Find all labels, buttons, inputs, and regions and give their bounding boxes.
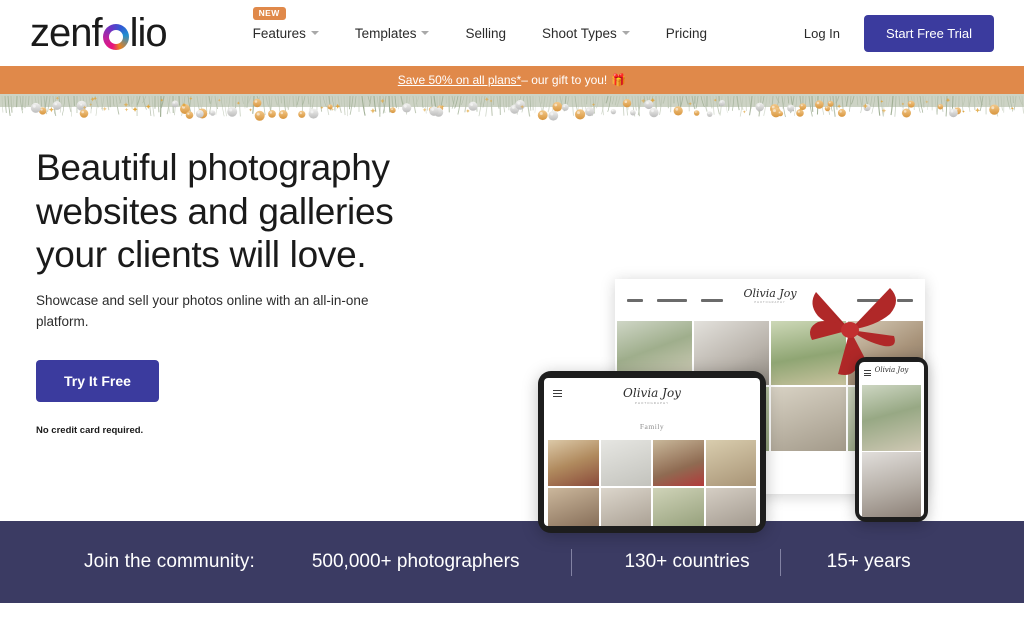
mockup-brand-name: Olivia Joy	[743, 287, 797, 300]
promo-text: – our gift to you!	[521, 73, 608, 87]
nav-label-features: Features	[252, 25, 306, 41]
gallery-photo	[771, 387, 846, 451]
site-header: zenf lio NEW Features Templates Selling …	[0, 0, 1024, 66]
gallery-photo	[705, 488, 756, 526]
login-link[interactable]: Log In	[804, 26, 840, 41]
phone-screen: Olivia Joy	[859, 362, 924, 517]
gallery-photo	[705, 440, 756, 486]
stats-label: Join the community:	[84, 551, 255, 572]
gallery-photo	[653, 440, 704, 486]
gallery-photo	[548, 488, 599, 526]
tablet-header: Olivia Joy PHOTOGRAPHY	[544, 378, 760, 420]
logo-text-first: zenf	[30, 11, 103, 55]
gift-icon: 🎁	[611, 73, 627, 87]
gallery-photo	[862, 385, 921, 451]
mockup-nav-home	[627, 298, 643, 302]
zenfolio-logo[interactable]: zenf lio	[30, 11, 168, 55]
gallery-photo	[600, 488, 651, 526]
stat-countries: 130+ countries	[624, 551, 750, 572]
start-free-trial-button[interactable]: Start Free Trial	[864, 14, 994, 52]
page-bottom-space	[0, 603, 1024, 620]
nav-label-templates: Templates	[354, 25, 417, 41]
promo-link[interactable]: Save 50% on all plans*	[398, 73, 521, 87]
nav-item-features[interactable]: NEW Features	[252, 6, 319, 41]
device-mockups: Olivia Joy PHOTOGRAPHY Olivia Joy PHOTOG…	[520, 134, 1010, 549]
main-navigation: NEW Features Templates Selling Shoot Typ…	[252, 6, 707, 41]
tablet-gallery-grid	[544, 440, 760, 526]
tablet-mockup: Olivia Joy PHOTOGRAPHY Family	[538, 371, 766, 533]
gallery-photo	[653, 488, 704, 526]
new-badge: NEW	[252, 6, 286, 20]
phone-mockup: Olivia Joy	[855, 357, 928, 522]
stat-years: 15+ years	[826, 551, 911, 572]
stat-divider	[571, 548, 573, 576]
mockup-nav-clients	[701, 298, 723, 302]
nav-item-selling[interactable]: Selling	[465, 26, 506, 41]
phone-header: Olivia Joy	[859, 362, 924, 384]
gallery-photo	[862, 452, 921, 517]
nav-label-shoot-types: Shoot Types	[541, 25, 617, 41]
tablet-brand-sub: PHOTOGRAPHY	[634, 401, 670, 405]
chevron-down-icon	[421, 31, 430, 35]
hero-title-line3: your clients will love.	[36, 234, 367, 276]
stat-photographers: 500,000+ photographers	[311, 551, 520, 572]
try-it-free-button[interactable]: Try It Free	[36, 359, 159, 402]
gallery-photo	[548, 440, 599, 486]
mockup-desktop-brand: Olivia Joy PHOTOGRAPHY	[743, 287, 796, 304]
hero-title-line2: websites and galleries	[36, 190, 394, 232]
promo-banner[interactable]: Save 50% on all plans* – our gift to you…	[0, 66, 1024, 94]
holiday-garland-decoration	[0, 94, 1024, 124]
stat-divider	[779, 548, 781, 576]
hamburger-icon[interactable]	[553, 390, 562, 397]
tablet-brand-name: Olivia Joy	[623, 386, 681, 400]
mockup-brand-sub: PHOTOGRAPHY	[754, 301, 786, 304]
mockup-nav-portfolio	[657, 298, 687, 302]
logo-text-second: lio	[129, 11, 168, 55]
nav-item-shoot-types[interactable]: Shoot Types	[542, 26, 630, 41]
tablet-gallery-title: Family	[639, 422, 665, 431]
chevron-down-icon	[310, 31, 319, 35]
page-title: Beautiful photography websites and galle…	[36, 146, 456, 277]
gradient-ring-o-icon	[102, 24, 129, 50]
hero-subtitle: Showcase and sell your photos online wit…	[36, 292, 369, 329]
chevron-down-icon	[621, 31, 630, 35]
hero-section: Beautiful photography websites and galle…	[0, 124, 1024, 533]
gallery-photo	[600, 440, 651, 486]
hero-title-line1: Beautiful photography	[36, 147, 390, 188]
garland-icon	[0, 94, 1024, 121]
tablet-screen: Olivia Joy PHOTOGRAPHY Family	[544, 378, 760, 526]
nav-label-pricing: Pricing	[665, 25, 708, 41]
hamburger-icon[interactable]	[864, 370, 871, 376]
nav-item-pricing[interactable]: Pricing	[666, 26, 707, 41]
nav-label-selling: Selling	[465, 25, 506, 41]
nav-item-templates[interactable]: Templates	[355, 26, 430, 41]
header-actions: Log In Start Free Trial	[804, 14, 994, 52]
